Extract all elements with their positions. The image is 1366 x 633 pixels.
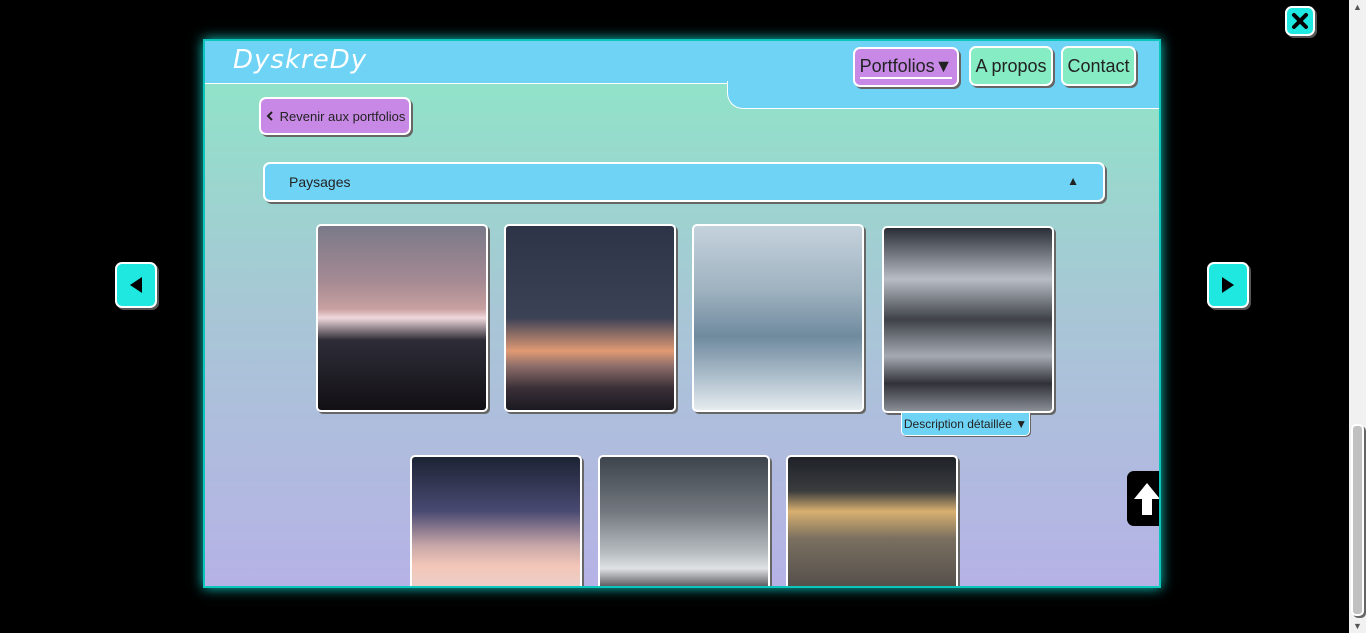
photo-sunset-hills[interactable] — [504, 224, 676, 412]
scroll-down-icon[interactable]: ▼ — [1349, 619, 1366, 633]
next-arrow-icon — [1222, 277, 1234, 293]
back-to-portfolios-button[interactable]: Revenir aux portfolios — [259, 97, 411, 135]
prev-arrow-icon — [130, 277, 142, 293]
photo-pink-mountains[interactable] — [316, 224, 488, 412]
nav-portfolios-label: Portfolios▼ — [859, 55, 953, 79]
scrollbar-thumb[interactable] — [1351, 424, 1364, 616]
header-divider — [205, 83, 728, 84]
page-scrollbar[interactable]: ▲ ▼ — [1349, 0, 1366, 633]
photo-sunrays-clouds[interactable] — [786, 455, 958, 586]
scroll-top-icon — [1134, 482, 1159, 515]
photo-sun-in-fog[interactable] — [598, 455, 770, 586]
portfolio-modal: DyskreDy Portfolios▼ A propos Contact Re… — [203, 39, 1161, 588]
accordion-title: Paysages — [289, 174, 351, 190]
photo-pink-clouds[interactable] — [410, 455, 582, 586]
scroll-top-button[interactable] — [1127, 471, 1159, 526]
photo-fog-valley[interactable] — [882, 226, 1054, 413]
nav-portfolios-button[interactable]: Portfolios▼ — [853, 47, 959, 87]
nav-contact-button[interactable]: Contact — [1061, 46, 1136, 86]
close-icon[interactable] — [1285, 6, 1315, 36]
chevron-down-icon: ▼ — [934, 55, 953, 76]
prev-button[interactable] — [115, 262, 157, 308]
nav-apropos-button[interactable]: A propos — [969, 46, 1053, 86]
chevron-up-icon[interactable]: ▲ — [1067, 174, 1079, 188]
next-button[interactable] — [1207, 262, 1249, 308]
site-logo[interactable]: DyskreDy — [233, 45, 367, 75]
nav-portfolios-text: Portfolios — [859, 55, 935, 76]
chevron-left-icon — [266, 111, 273, 121]
category-accordion[interactable]: Paysages ▲ — [263, 162, 1105, 202]
back-button-label: Revenir aux portfolios — [279, 108, 406, 124]
close-glyph — [1292, 13, 1308, 29]
photo-foggy-forest[interactable] — [692, 224, 864, 412]
scroll-up-icon[interactable]: ▲ — [1349, 0, 1366, 14]
description-toggle-button[interactable]: Description détaillée ▼ — [901, 413, 1030, 436]
